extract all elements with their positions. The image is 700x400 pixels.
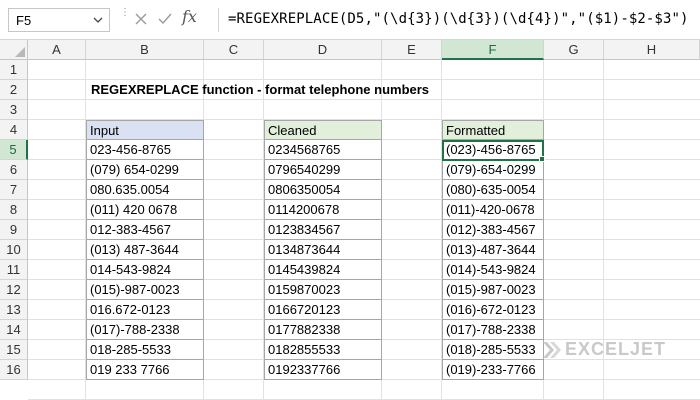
input-cell[interactable]: 023-456-8765: [86, 140, 204, 160]
exceljet-logo-mark-icon: [543, 342, 561, 358]
spreadsheet-grid[interactable]: ABCDEFGH 1 2 3 4 5 6 7 8 9 10 11 12 13 14 15 16 REGEXRE…: [0, 40, 700, 400]
input-cell[interactable]: 012-383-4567: [86, 220, 204, 240]
row-header-16[interactable]: 16: [0, 360, 28, 380]
drag-handle-icon[interactable]: ⋮: [120, 8, 130, 30]
active-cell-selection: [442, 140, 544, 161]
formatted-cell[interactable]: (013)-487-3644: [442, 240, 544, 260]
select-all-icon: [15, 47, 25, 57]
row-header-7[interactable]: 7: [0, 180, 28, 200]
formatted-cell[interactable]: (011)-420-0678: [442, 200, 544, 220]
row-header-10[interactable]: 10: [0, 240, 28, 260]
sheet-title[interactable]: REGEXREPLACE function - format telephone…: [91, 82, 429, 97]
column-header-g[interactable]: G: [544, 40, 604, 60]
name-box[interactable]: F5: [8, 8, 110, 32]
input-cell[interactable]: (013) 487-3644: [86, 240, 204, 260]
select-all-button[interactable]: [0, 40, 28, 60]
formatted-cell[interactable]: (015)-987-0023: [442, 280, 544, 300]
cleaned-cell[interactable]: 0166720123: [264, 300, 382, 320]
gridline-horizontal: [28, 79, 700, 80]
row-header-12[interactable]: 12: [0, 280, 28, 300]
row-header-1[interactable]: 1: [0, 60, 28, 80]
chevron-down-icon[interactable]: [93, 14, 103, 26]
cleaned-header[interactable]: Cleaned: [264, 120, 382, 140]
exceljet-logo: EXCELJET: [541, 339, 691, 360]
input-header[interactable]: Input: [86, 120, 204, 140]
formula-bar: F5 ⋮ fx =REGEXREPLACE(D5,"(\d{3})(\d{3})…: [0, 0, 700, 40]
formula-bar-divider: [218, 8, 219, 32]
input-cell[interactable]: 014-543-9824: [86, 260, 204, 280]
row-header-13[interactable]: 13: [0, 300, 28, 320]
gridline-horizontal: [28, 99, 700, 100]
cleaned-cell[interactable]: 0159870023: [264, 280, 382, 300]
row-header-5[interactable]: 5: [0, 140, 28, 160]
row-header-4[interactable]: 4: [0, 120, 28, 140]
formatted-header[interactable]: Formatted: [442, 120, 544, 140]
column-header-e[interactable]: E: [382, 40, 442, 60]
input-cell[interactable]: (011) 420 0678: [86, 200, 204, 220]
row-header-2[interactable]: 2: [0, 80, 28, 100]
input-cell[interactable]: 018-285-5533: [86, 340, 204, 360]
input-cell[interactable]: 080.635.0054: [86, 180, 204, 200]
cleaned-cell[interactable]: 0182855533: [264, 340, 382, 360]
formatted-cell[interactable]: (080)-635-0054: [442, 180, 544, 200]
formatted-cell[interactable]: (014)-543-9824: [442, 260, 544, 280]
row-header-15[interactable]: 15: [0, 340, 28, 360]
row-header-8[interactable]: 8: [0, 200, 28, 220]
row-header-11[interactable]: 11: [0, 260, 28, 280]
input-cell[interactable]: (015)-987-0023: [86, 280, 204, 300]
column-header-h[interactable]: H: [604, 40, 700, 60]
column-header-a[interactable]: A: [28, 40, 86, 60]
column-header-b[interactable]: B: [86, 40, 204, 60]
cleaned-cell[interactable]: 0123834567: [264, 220, 382, 240]
row-header-14[interactable]: 14: [0, 320, 28, 340]
input-cell[interactable]: 016.672-0123: [86, 300, 204, 320]
row-header-9[interactable]: 9: [0, 220, 28, 240]
check-icon[interactable]: [157, 11, 173, 27]
fill-handle[interactable]: [539, 156, 545, 162]
cleaned-cell[interactable]: 0234568765: [264, 140, 382, 160]
cleaned-cell[interactable]: 0134873644: [264, 240, 382, 260]
row-header-6[interactable]: 6: [0, 160, 28, 180]
column-header-c[interactable]: C: [204, 40, 264, 60]
exceljet-logo-text: EXCELJET: [565, 339, 667, 359]
cleaned-cell[interactable]: 0796540299: [264, 160, 382, 180]
cancel-icon[interactable]: [133, 11, 149, 27]
cleaned-cell[interactable]: 0177882338: [264, 320, 382, 340]
cleaned-cell[interactable]: 0192337766: [264, 360, 382, 380]
column-header-d[interactable]: D: [264, 40, 382, 60]
formatted-cell[interactable]: (017)-788-2338: [442, 320, 544, 340]
input-cell[interactable]: (079) 654-0299: [86, 160, 204, 180]
formatted-cell[interactable]: (018)-285-5533: [442, 340, 544, 360]
formatted-cell[interactable]: (016)-672-0123: [442, 300, 544, 320]
formatted-cell[interactable]: (079)-654-0299: [442, 160, 544, 180]
input-cell[interactable]: (017)-788-2338: [86, 320, 204, 340]
insert-function-icon[interactable]: fx: [182, 7, 197, 26]
cleaned-cell[interactable]: 0114200678: [264, 200, 382, 220]
row-header-3[interactable]: 3: [0, 100, 28, 120]
column-header-f[interactable]: F: [442, 40, 544, 60]
formula-input[interactable]: =REGEXREPLACE(D5,"(\d{3})(\d{3})(\d{4})"…: [228, 11, 689, 27]
formatted-cell[interactable]: (012)-383-4567: [442, 220, 544, 240]
input-cell[interactable]: 019 233 7766: [86, 360, 204, 380]
cleaned-cell[interactable]: 0145439824: [264, 260, 382, 280]
formatted-cell[interactable]: (019)-233-7766: [442, 360, 544, 380]
cleaned-cell[interactable]: 0806350054: [264, 180, 382, 200]
name-box-value: F5: [16, 13, 32, 28]
